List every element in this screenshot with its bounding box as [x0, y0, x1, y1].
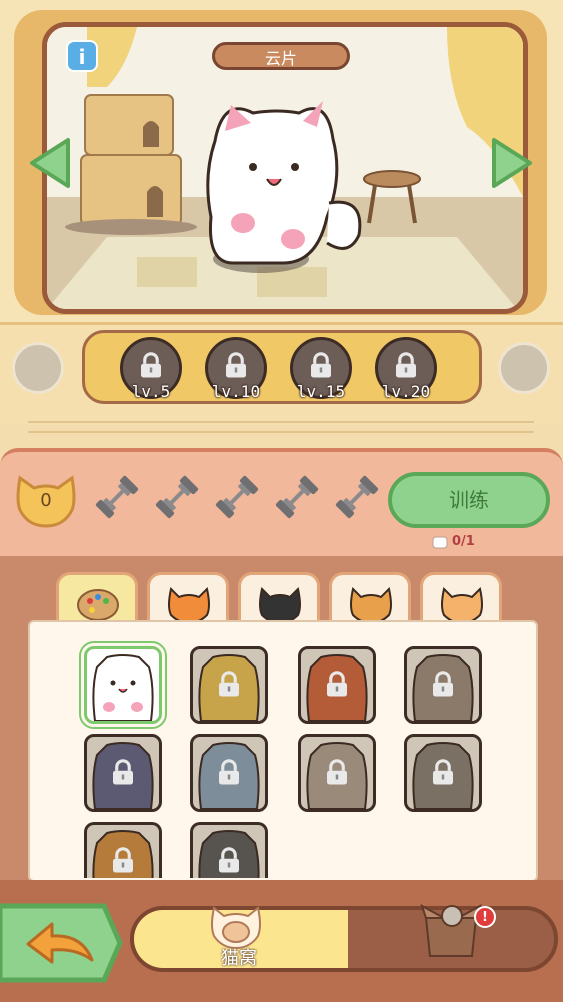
cat-skin-locked[interactable] [404, 646, 482, 724]
level-label: lv.10 [211, 382, 261, 401]
alert-badge: ! [474, 906, 496, 928]
cat-skin-selected[interactable] [79, 641, 167, 729]
dumbbell-icon [335, 475, 379, 519]
dumbbell-icon [95, 475, 139, 519]
train-button[interactable]: 训练 [388, 472, 550, 528]
level-label: lv.5 [131, 382, 171, 401]
cat-skin-locked[interactable] [298, 646, 376, 724]
cat-box-icon[interactable] [418, 896, 484, 962]
cat-skin-locked[interactable] [84, 734, 162, 812]
cat-token-icon [432, 536, 448, 549]
cat-name-plate: 云片 [212, 42, 350, 70]
dumbbell-icon [155, 475, 199, 519]
lock-icon [219, 671, 239, 697]
cat-nest-icon [211, 906, 261, 950]
next-cat-arrow-icon[interactable] [492, 136, 536, 190]
back-button[interactable] [0, 900, 124, 986]
cat-skin-locked[interactable] [190, 734, 268, 812]
cat-skin-locked[interactable] [190, 822, 268, 878]
lock-icon [219, 847, 239, 873]
cat-skin-locked[interactable] [404, 734, 482, 812]
lock-icon [433, 671, 453, 697]
score-value: 0 [40, 490, 52, 511]
orange-cat-icon [168, 587, 210, 623]
lock-icon [219, 759, 239, 785]
lock-icon [327, 671, 347, 697]
cat-portrait-icon [92, 654, 154, 721]
lock-icon [311, 352, 331, 378]
ginger-tabby-cat-icon [441, 587, 483, 623]
lock-icon [141, 352, 161, 378]
cat-skin-locked[interactable] [298, 734, 376, 812]
panel-lines [28, 421, 534, 433]
yarn-ball-right-icon [498, 342, 550, 394]
cat-nest-label: 猫窝 [221, 948, 257, 969]
lock-icon [396, 352, 416, 378]
palette-icon [77, 589, 119, 621]
previous-cat-arrow-icon[interactable] [26, 136, 70, 190]
level-label: lv.15 [296, 382, 346, 401]
cat-skin-locked[interactable] [190, 646, 268, 724]
dumbbell-icon [275, 475, 319, 519]
calico-cat-icon [350, 587, 392, 623]
yarn-ball-left-icon [12, 342, 64, 394]
level-label: lv.20 [381, 382, 431, 401]
dumbbell-icon [215, 475, 259, 519]
lock-icon [113, 847, 133, 873]
lock-icon [226, 352, 246, 378]
info-button[interactable]: i [66, 40, 98, 72]
lock-icon [433, 759, 453, 785]
lock-icon [113, 759, 133, 785]
cat-skin-locked[interactable] [84, 822, 162, 878]
training-count: 0/1 [452, 534, 475, 549]
lock-icon [327, 759, 347, 785]
tuxedo-cat-icon [259, 587, 301, 623]
cat-level-badge: 0 [14, 470, 78, 528]
